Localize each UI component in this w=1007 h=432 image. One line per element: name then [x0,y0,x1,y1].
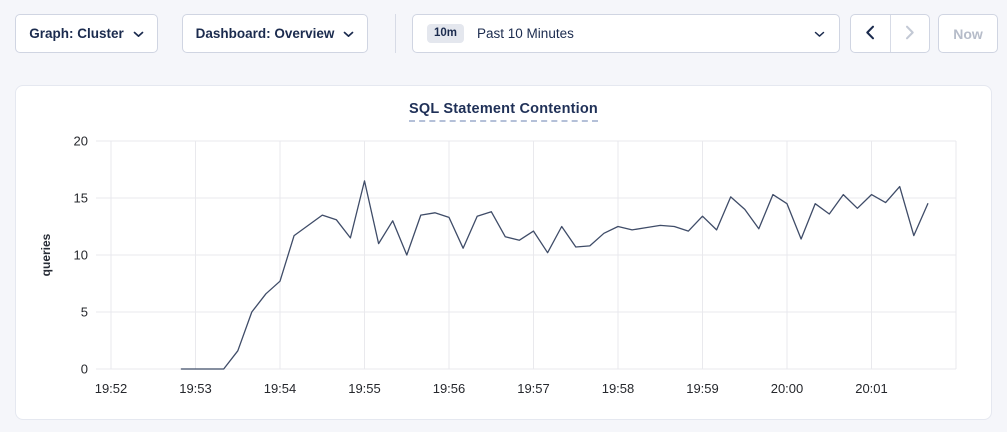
x-axis-tick-label: 19:58 [602,381,635,396]
x-axis-tick-label: 20:00 [771,381,804,396]
x-axis-tick-label: 19:57 [517,381,550,396]
time-range-badge: 10m [427,24,464,44]
x-axis-tick-label: 19:55 [348,381,381,396]
dashboard-dropdown[interactable]: Dashboard: Overview [182,14,368,53]
x-axis-tick-label: 19:56 [433,381,466,396]
y-axis-tick-label: 5 [81,305,88,320]
y-axis-tick-label: 0 [81,362,88,377]
y-axis-label: queries [39,233,53,276]
chevron-down-icon [343,26,354,41]
next-interval-button[interactable] [890,15,930,52]
dashboard-dropdown-label: Dashboard: Overview [196,26,335,41]
chart-title-wrap: SQL Statement Contention [16,100,991,122]
x-axis-tick-label: 19:53 [179,381,212,396]
x-axis-tick-label: 20:01 [855,381,888,396]
time-range-picker[interactable]: 10m Past 10 Minutes [412,14,840,53]
x-axis-tick-label: 19:52 [95,381,128,396]
chevron-down-icon [814,26,825,41]
time-range-label: Past 10 Minutes [477,26,801,41]
y-axis-tick-label: 20 [74,134,88,149]
chevron-down-icon [133,26,144,41]
previous-interval-button[interactable] [851,15,890,52]
chevron-right-icon [905,25,915,43]
toolbar-divider [395,14,396,53]
graph-dropdown-label: Graph: Cluster [29,26,124,41]
chart-title[interactable]: SQL Statement Contention [409,101,598,122]
series-line [181,181,927,369]
x-axis-tick-label: 19:54 [264,381,297,396]
y-axis-tick-label: 10 [74,248,88,263]
y-axis-tick-label: 15 [74,191,88,206]
chevron-left-icon [865,25,875,43]
chart-card: SQL Statement Contention 0 5 10 15 20 19:52 19… [15,85,992,420]
now-button[interactable]: Now [938,14,998,53]
graph-dropdown[interactable]: Graph: Cluster [15,14,158,53]
line-chart: 0 5 10 15 20 19:52 19:53 19:54 19:55 19:56 19:57 19… [16,131,991,421]
x-axis-tick-label: 19:59 [686,381,719,396]
time-step-button-group [850,14,930,53]
